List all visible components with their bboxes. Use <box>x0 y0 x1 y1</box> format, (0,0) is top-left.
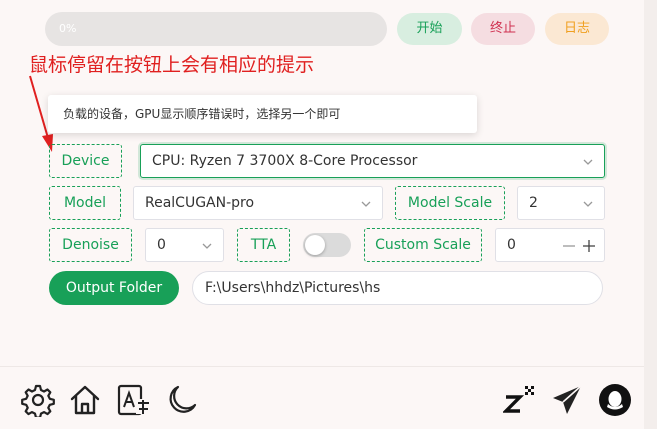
model-select[interactable]: RealCUGAN-pro <box>133 186 383 220</box>
denoise-select[interactable]: 0 <box>145 228 224 262</box>
chevron-down-icon <box>583 159 593 165</box>
toggle-knob <box>305 235 325 255</box>
model-scale-value: 2 <box>529 195 538 211</box>
model-scale-select[interactable]: 2 <box>517 186 605 220</box>
sleep-z-icon[interactable] <box>503 383 537 417</box>
app-window: 0% 开始 终止 日志 鼠标停留在按钮上会有相应的提示 负载的设备，GPU显示顺… <box>0 0 644 429</box>
home-icon[interactable] <box>68 383 102 417</box>
minus-icon[interactable] <box>562 240 576 252</box>
start-button[interactable]: 开始 <box>397 13 462 45</box>
progress-bar: 0% <box>45 12 387 46</box>
plus-icon[interactable] <box>582 239 596 253</box>
model-label-button[interactable]: Model <box>49 186 121 220</box>
gear-icon[interactable] <box>21 383 55 417</box>
chevron-down-icon <box>361 201 371 207</box>
device-select[interactable]: CPU: Ryzen 7 3700X 8-Core Processor <box>140 144 605 178</box>
custom-scale-value: 0 <box>507 237 516 253</box>
denoise-value: 0 <box>157 237 166 253</box>
chevron-down-icon <box>202 243 212 249</box>
log-button[interactable]: 日志 <box>545 13 609 45</box>
device-label-button[interactable]: Device <box>49 144 122 178</box>
device-select-value: CPU: Ryzen 7 3700X 8-Core Processor <box>152 153 418 169</box>
chevron-down-icon <box>583 201 593 207</box>
model-scale-label-button[interactable]: Model Scale <box>395 186 505 220</box>
tta-toggle[interactable] <box>303 233 351 257</box>
qq-icon[interactable] <box>598 383 632 417</box>
output-folder-button[interactable]: Output Folder <box>49 271 179 305</box>
tta-label-button[interactable]: TTA <box>237 228 290 262</box>
custom-scale-input[interactable]: 0 <box>495 228 605 262</box>
output-path-input[interactable]: F:\Users\hhdz\Pictures\hs <box>192 271 603 305</box>
annotation-text: 鼠标停留在按钮上会有相应的提示 <box>29 54 315 76</box>
scrollbar-track[interactable] <box>644 0 657 429</box>
custom-scale-label-button[interactable]: Custom Scale <box>364 228 482 262</box>
model-select-value: RealCUGAN-pro <box>145 195 255 211</box>
moon-icon[interactable] <box>164 383 198 417</box>
device-tooltip: 负载的设备，GPU显示顺序错误时，选择另一个即可 <box>48 95 477 133</box>
send-icon[interactable] <box>550 383 584 417</box>
progress-text: 0% <box>59 22 77 35</box>
stop-button[interactable]: 终止 <box>471 13 535 45</box>
footer-divider <box>0 366 644 367</box>
denoise-label-button[interactable]: Denoise <box>49 228 132 262</box>
translate-icon[interactable] <box>117 383 151 417</box>
